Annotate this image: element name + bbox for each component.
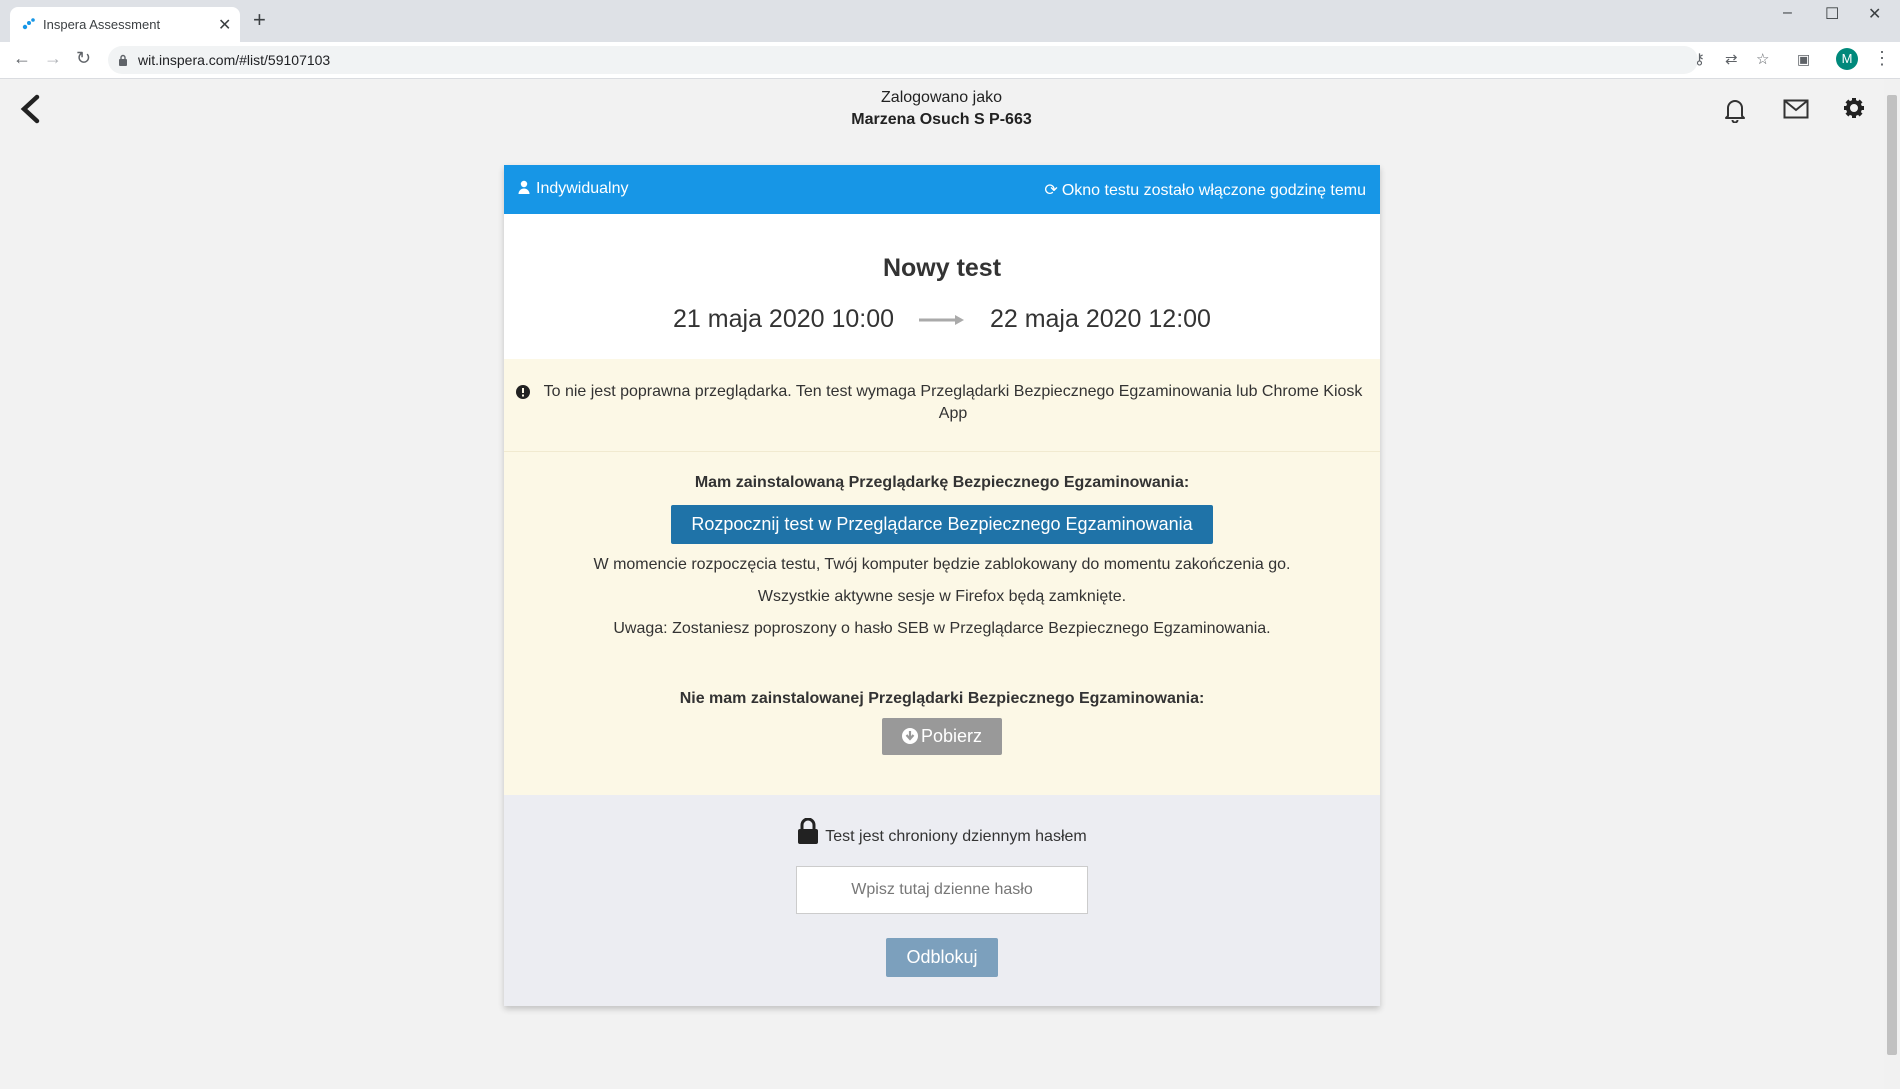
- download-button-label: Pobierz: [920, 726, 983, 746]
- browser-tab-bar: Inspera Assessment ✕ + – ☐ ✕: [0, 0, 1900, 42]
- arrow-right-icon: [919, 315, 964, 326]
- maximize-icon[interactable]: ☐: [1825, 4, 1839, 24]
- page-content: Zalogowano jako Marzena Osuch S P-663 In…: [0, 79, 1883, 1089]
- info-line: Wszystkie aktywne sesje w Firefox będą z…: [757, 588, 1127, 605]
- password-notice: Test jest chroniony dziennym hasłem: [504, 795, 1380, 846]
- exclamation-circle-icon: [516, 385, 530, 399]
- page-scrollbar[interactable]: [1884, 79, 1900, 1089]
- start-date: 21 maja 2020 10:00: [673, 305, 895, 333]
- browser-toolbar: ← → ↻ wit.inspera.com/#list/59107103 ⚷ ⇄…: [0, 42, 1900, 79]
- browser-tab[interactable]: Inspera Assessment ✕: [10, 7, 240, 42]
- refresh-icon: ⟳: [1044, 182, 1058, 199]
- test-info: Nowy test 21 maja 2020 10:00 22 maja 202…: [504, 214, 1380, 359]
- test-dates: 21 maja 2020 10:00 22 maja 2020 12:00: [504, 305, 1380, 334]
- star-icon[interactable]: ☆: [1756, 50, 1769, 68]
- mail-icon[interactable]: [1783, 99, 1809, 119]
- new-tab-icon[interactable]: +: [253, 9, 266, 31]
- seb-installed-label: Mam zainstalowaną Przeglądarkę Bezpieczn…: [694, 474, 1190, 491]
- test-type-label: Indywidualny: [536, 180, 629, 197]
- download-button[interactable]: Pobierz: [881, 718, 1003, 755]
- test-type: Indywidualny: [518, 180, 629, 198]
- info-line: Uwaga: Zostaniesz poproszony o hasło SEB…: [613, 620, 1271, 637]
- test-card-header: Indywidualny ⟳ Okno testu zostało włączon…: [504, 165, 1380, 214]
- end-date: 22 maja 2020 12:00: [989, 305, 1211, 333]
- extension-icon[interactable]: ▣: [1797, 51, 1810, 68]
- user-name: Marzena Osuch S P-663: [851, 111, 1032, 128]
- user-icon: [518, 180, 530, 194]
- seb-section: Mam zainstalowaną Przeglądarkę Bezpieczn…: [504, 452, 1380, 795]
- bell-icon[interactable]: [1723, 97, 1747, 123]
- address-bar[interactable]: wit.inspera.com/#list/59107103 ⚷ ⇄ ☆: [108, 46, 1769, 74]
- window-close-icon[interactable]: ✕: [1868, 4, 1881, 24]
- logged-in-info: Zalogowano jako Marzena Osuch S P-663: [0, 89, 1883, 129]
- inspera-favicon-icon: [22, 18, 35, 30]
- logged-as-label: Zalogowano jako: [881, 89, 1002, 106]
- seb-not-installed-label: Nie mam zainstalowanej Przeglądarki Bezp…: [679, 690, 1205, 707]
- test-card: Indywidualny ⟳ Okno testu zostało włączon…: [504, 165, 1380, 1006]
- minimize-icon[interactable]: –: [1783, 4, 1792, 22]
- gear-icon[interactable]: [1843, 97, 1865, 119]
- url-text: wit.inspera.com/#list/59107103: [138, 52, 331, 68]
- padlock-icon: [798, 817, 819, 844]
- password-section: Test jest chroniony dziennym hasłem Odbl…: [504, 795, 1380, 1006]
- profile-avatar[interactable]: M: [1836, 48, 1858, 70]
- lock-icon: [119, 54, 127, 66]
- tab-close-icon[interactable]: ✕: [218, 15, 231, 35]
- test-name: Nowy test: [882, 254, 1002, 282]
- window-status: ⟳ Okno testu zostało włączone godzinę tem…: [1044, 180, 1366, 200]
- start-test-button[interactable]: Rozpocznij test w Przeglądarce Bezpieczn…: [671, 505, 1213, 544]
- translate-icon[interactable]: ⇄: [1725, 50, 1738, 68]
- browser-warning: To nie jest poprawna przeglądarka. Ten t…: [504, 359, 1380, 452]
- browser-menu-icon[interactable]: ⋮: [1873, 48, 1891, 69]
- forward-arrow-icon[interactable]: →: [44, 48, 62, 69]
- key-icon[interactable]: ⚷: [1694, 50, 1705, 68]
- info-line: W momencie rozpoczęcia testu, Twój kompu…: [593, 556, 1291, 573]
- password-notice-text: Test jest chroniony dziennym hasłem: [825, 828, 1087, 845]
- warning-text: To nie jest poprawna przeglądarka. Ten t…: [543, 383, 1363, 422]
- scrollbar-thumb[interactable]: [1887, 95, 1897, 1055]
- tab-title: Inspera Assessment: [43, 17, 161, 32]
- window-status-text: Okno testu zostało włączone godzinę temu: [1061, 182, 1366, 199]
- download-circle-icon: [901, 728, 918, 744]
- reload-icon[interactable]: ↻: [76, 48, 91, 69]
- back-arrow-icon[interactable]: ←: [13, 48, 31, 69]
- daily-password-input[interactable]: [796, 866, 1088, 914]
- unlock-button[interactable]: Odblokuj: [886, 938, 998, 977]
